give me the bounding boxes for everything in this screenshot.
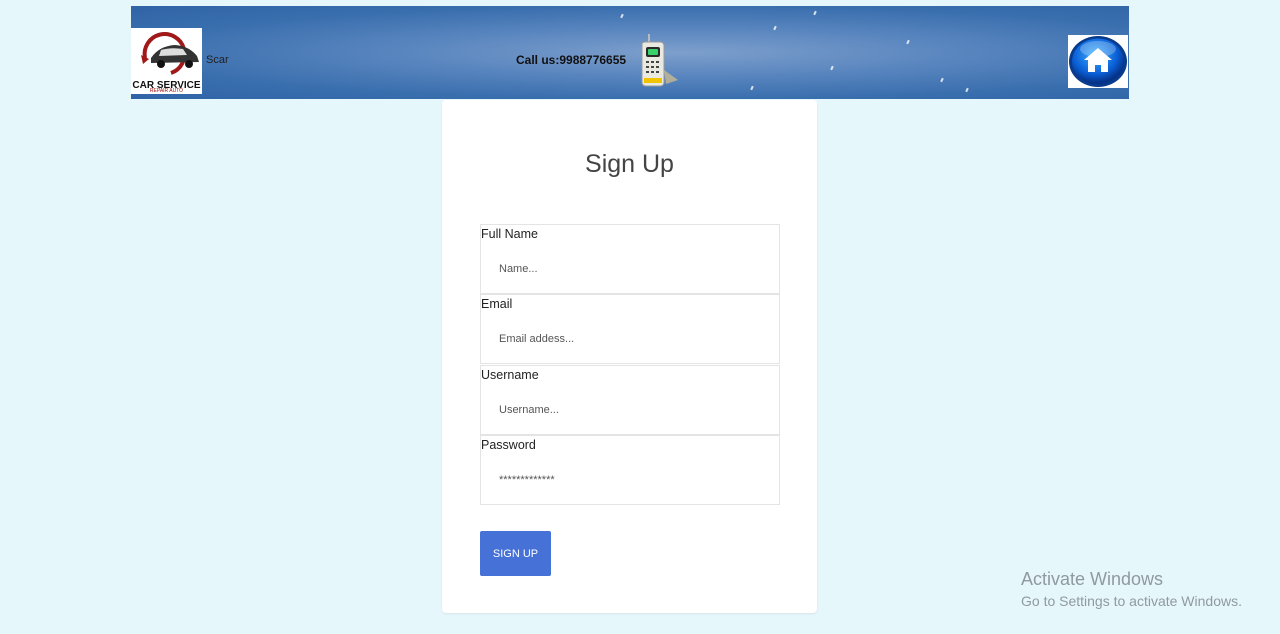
call-us-text: Call us:9988776655 xyxy=(516,53,627,67)
username-field: Username xyxy=(480,365,780,435)
password-label: Password xyxy=(481,438,536,452)
sign-up-button[interactable]: SIGN UP xyxy=(480,531,551,576)
activate-windows-watermark: Activate Windows Go to Settings to activ… xyxy=(1021,569,1242,609)
watermark-title: Activate Windows xyxy=(1021,569,1164,589)
home-icon xyxy=(1069,36,1127,87)
full-name-input[interactable] xyxy=(481,255,779,283)
mobile-phone-icon xyxy=(641,34,678,87)
full-name-label: Full Name xyxy=(481,227,538,241)
home-button[interactable] xyxy=(1068,35,1128,88)
logo[interactable]: CAR SERVICE REPAIR AUTO xyxy=(131,28,202,94)
site-header: CAR SERVICE REPAIR AUTO Scar Call us:998… xyxy=(131,6,1129,99)
watermark-subtitle: Go to Settings to activate Windows. xyxy=(1021,593,1242,609)
username-input[interactable] xyxy=(481,396,779,424)
page-title: Sign Up xyxy=(585,150,674,178)
email-label: Email xyxy=(481,297,513,311)
email-field: Email xyxy=(480,294,780,364)
password-input[interactable] xyxy=(481,466,779,494)
password-field: Password xyxy=(480,435,780,505)
logo-subtext: REPAIR AUTO xyxy=(149,88,184,94)
email-input[interactable] xyxy=(481,325,779,353)
brand-name: Scar xyxy=(206,54,229,66)
username-label: Username xyxy=(481,368,539,382)
signup-card: Sign Up Full Name Email Username Passwor… xyxy=(442,100,817,613)
car-logo-icon xyxy=(141,32,199,75)
full-name-field: Full Name xyxy=(480,224,780,294)
